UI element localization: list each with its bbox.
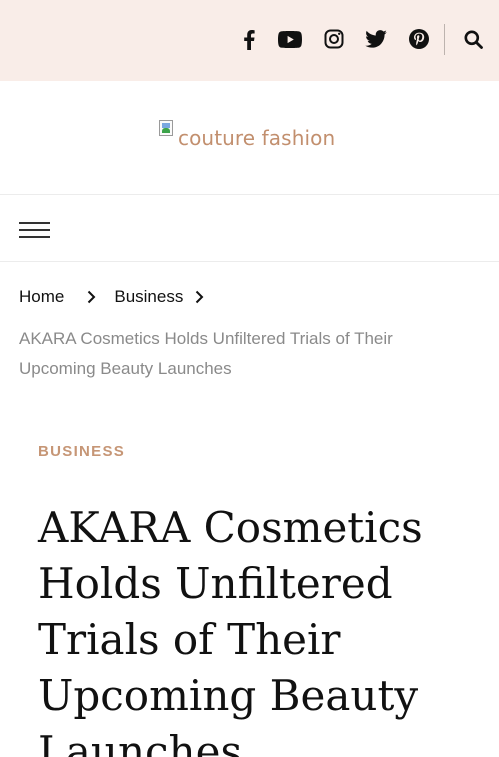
top-bar [0,0,499,81]
site-logo[interactable]: couture fashion [159,119,335,151]
logo-alt-text: couture fashion [178,126,336,150]
article-title: AKARA Cosmetics Holds Unfiltered Trials … [38,503,423,757]
category-link[interactable]: BUSINESS [38,443,125,460]
main-menu-bar [0,196,499,262]
chevron-right-icon [195,290,205,304]
breadcrumb-current: AKARA Cosmetics Holds Unfiltered Trials … [19,329,393,378]
menu-toggle-icon[interactable] [19,222,50,238]
topbar-divider [444,24,445,55]
instagram-icon[interactable] [323,27,345,51]
breadcrumb-home[interactable]: Home [19,287,64,307]
chevron-right-icon [87,290,97,304]
breadcrumb-business[interactable]: Business [114,287,183,307]
breadcrumb: Home Business [19,285,222,309]
youtube-icon[interactable] [278,27,302,51]
search-icon[interactable] [462,27,484,51]
twitter-icon[interactable] [364,27,388,51]
broken-image-icon [159,120,175,138]
pinterest-icon[interactable] [408,27,430,51]
site-header: couture fashion [0,81,499,195]
facebook-icon[interactable] [239,27,259,51]
